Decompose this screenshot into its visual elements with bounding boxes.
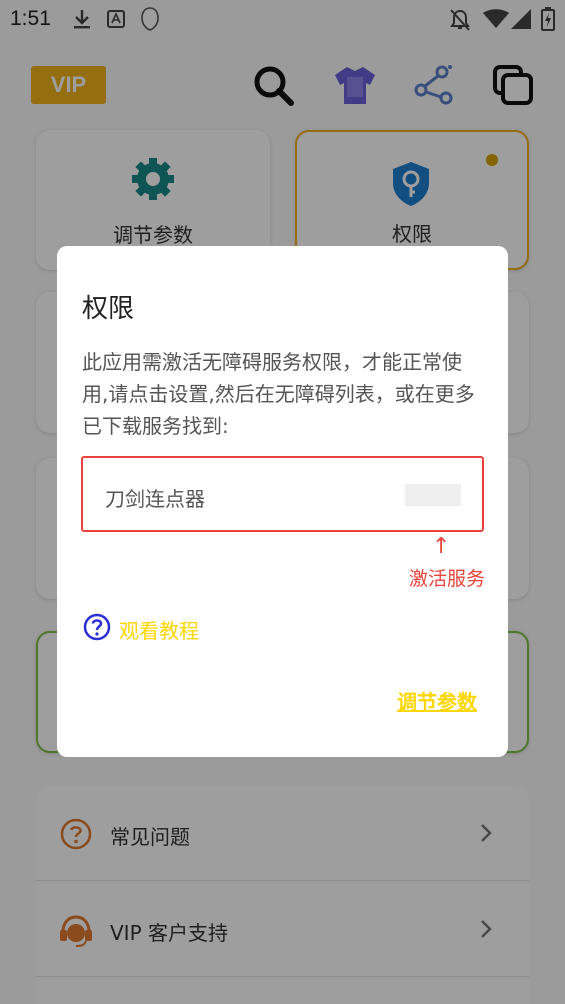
tutorial-label: 观看教程 — [119, 619, 199, 643]
permission-dialog: 权限 此应用需激活无障碍服务权限，才能正常使用,请点击设置,然后在无障碍列表，或… — [57, 246, 508, 757]
adjust-params-link[interactable]: 调节参数 — [397, 686, 477, 715]
service-name: 刀剑连点器 — [105, 487, 205, 511]
accessibility-service-row[interactable]: 刀剑连点器 — [81, 456, 484, 532]
service-toggle-placeholder — [405, 484, 461, 506]
dialog-message: 此应用需激活无障碍服务权限，才能正常使用,请点击设置,然后在无障碍列表，或在更多… — [82, 350, 475, 438]
up-arrow-indicator: ↑ — [432, 534, 451, 559]
help-circle-icon — [83, 613, 111, 641]
activate-service-label: 激活服务 — [409, 568, 486, 590]
dialog-title: 权限 — [82, 294, 135, 324]
